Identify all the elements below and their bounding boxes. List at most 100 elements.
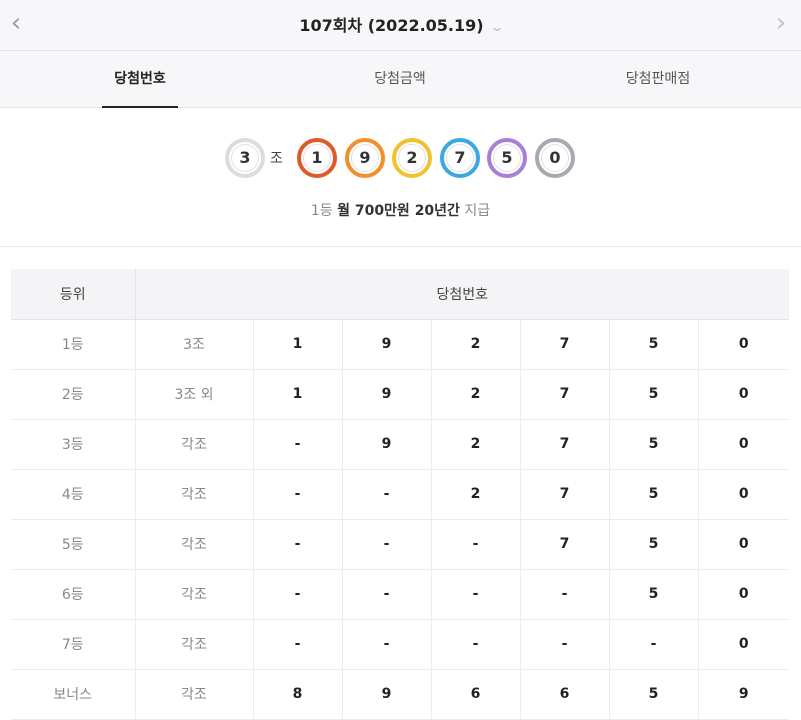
- digit-cell: 2: [431, 319, 521, 370]
- digit-cell: 0: [698, 619, 790, 670]
- digit-cell: 5: [609, 569, 699, 620]
- digit-cell: -: [253, 519, 343, 570]
- table-body: 1등 3조 1 9 2 7 5 0 2등 3조 외 1 9 2 7 5 0 3등 각조 -9 2 7 5 0 4등 각조 - -2 7…: [11, 319, 790, 720]
- tab-winning-stores[interactable]: 당첨판매점: [608, 51, 708, 108]
- digit-cell: 5: [609, 369, 699, 420]
- result-tabs: 당첨번호 당첨금액 당첨판매점: [0, 51, 801, 108]
- prize-suffix: 지급: [464, 203, 491, 219]
- digit-cell: 0: [698, 519, 790, 570]
- table-row: 5등 각조 - - -7 5 0: [11, 519, 790, 570]
- digit-cell: 2: [431, 469, 521, 520]
- table-row: 4등 각조 - -2 7 5 0: [11, 469, 790, 520]
- number-ball: 9: [345, 138, 385, 178]
- group-cell: 3조 외: [135, 369, 254, 420]
- group-number-ball: 3: [225, 138, 265, 178]
- prize-amount: 월 700만원 20년간: [337, 203, 460, 219]
- table-row: 7등 각조 - - - - -0: [11, 619, 790, 670]
- table-row: 6등 각조 - - - -5 0: [11, 569, 790, 620]
- rank-cell: 5등: [11, 519, 136, 570]
- digit-cell: 9: [342, 419, 432, 470]
- digit-cell: 9: [342, 369, 432, 420]
- group-suffix-label: 조: [270, 151, 283, 167]
- table-header-row: 등위 당첨번호: [11, 269, 790, 320]
- digit-cell: -: [342, 519, 432, 570]
- winning-numbers-table: 등위 당첨번호 1등 3조 1 9 2 7 5 0 2등 3조 외 1 9 2 7 5 0 3등 각조 -9 2 7 5 0…: [11, 269, 790, 720]
- digit-cell: 8: [253, 669, 343, 720]
- digit-cell: 2: [431, 369, 521, 420]
- chevron-down-icon: ⌄: [488, 20, 505, 34]
- digit-cell: 9: [342, 669, 432, 720]
- digit-cell: -: [342, 619, 432, 670]
- digit-cell: 0: [698, 469, 790, 520]
- digit-cell: 1: [253, 369, 343, 420]
- rank-cell: 3등: [11, 419, 136, 470]
- table-row: 보너스 각조 8 9 6 6 5 9: [11, 669, 790, 720]
- digit-cell: -: [253, 419, 343, 470]
- round-title: 107회차 (2022.05.19): [299, 16, 484, 35]
- digit-cell: 7: [520, 519, 610, 570]
- digit-cell: -: [609, 619, 699, 670]
- rank-cell: 6등: [11, 569, 136, 620]
- group-cell: 각조: [135, 519, 254, 570]
- digit-cell: -: [342, 469, 432, 520]
- digit-cell: 9: [698, 669, 790, 720]
- numbers-column-header: 당첨번호: [135, 269, 790, 320]
- tab-prize-amount[interactable]: 당첨금액: [350, 51, 450, 108]
- digit-cell: 0: [698, 319, 790, 370]
- first-prize-description: 1등 월 700만원 20년간 지급: [0, 200, 801, 220]
- digit-cell: 7: [520, 419, 610, 470]
- tab-winning-numbers[interactable]: 당첨번호: [102, 51, 178, 108]
- digit-cell: 2: [431, 419, 521, 470]
- digit-cell: 6: [520, 669, 610, 720]
- prize-rank: 1등: [310, 203, 333, 219]
- digit-cell: -: [253, 469, 343, 520]
- group-cell: 각조: [135, 469, 254, 520]
- digit-cell: 5: [609, 669, 699, 720]
- digit-cell: 5: [609, 519, 699, 570]
- table-row: 2등 3조 외192750: [11, 369, 790, 420]
- table-row: 3등 각조 -9 2 7 5 0: [11, 419, 790, 470]
- table-row: 1등 3조 1 9 2 7 5 0: [11, 319, 790, 370]
- digit-cell: 1: [253, 319, 343, 370]
- number-ball: 1: [297, 138, 337, 178]
- rank-cell: 2등: [11, 369, 136, 420]
- rank-cell: 4등: [11, 469, 136, 520]
- next-round-chevron-right-icon[interactable]: ›: [769, 10, 793, 36]
- rank-cell: 1등: [11, 319, 136, 370]
- group-cell: 각조: [135, 419, 254, 470]
- group-cell: 3조: [135, 319, 254, 370]
- digit-cell: 5: [609, 419, 699, 470]
- digit-cell: 7: [520, 319, 610, 370]
- number-ball: 2: [392, 138, 432, 178]
- rank-cell: 보너스: [11, 669, 136, 720]
- digit-cell: 5: [609, 469, 699, 520]
- digit-cell: -: [520, 619, 610, 670]
- group-cell: 각조: [135, 569, 254, 620]
- digit-cell: -: [253, 619, 343, 670]
- digit-cell: -: [520, 569, 610, 620]
- divider: [0, 246, 801, 247]
- group-cell: 각조: [135, 619, 254, 670]
- number-ball: 0: [535, 138, 575, 178]
- digit-cell: -: [431, 519, 521, 570]
- digit-cell: 0: [698, 369, 790, 420]
- number-ball: 7: [440, 138, 480, 178]
- digit-cell: 9: [342, 319, 432, 370]
- digit-cell: 7: [520, 369, 610, 420]
- digit-cell: 6: [431, 669, 521, 720]
- digit-cell: -: [431, 619, 521, 670]
- winning-number-balls: 3 조 1 9 2 7 5 0: [0, 138, 801, 178]
- digit-cell: 0: [698, 569, 790, 620]
- round-header: ‹ 107회차 (2022.05.19) ⌄ ›: [0, 0, 801, 51]
- rank-cell: 7등: [11, 619, 136, 670]
- rank-column-header: 등위: [11, 269, 136, 320]
- digit-cell: 0: [698, 419, 790, 470]
- digit-cell: 5: [609, 319, 699, 370]
- group-cell: 각조: [135, 669, 254, 720]
- round-selector[interactable]: 107회차 (2022.05.19) ⌄: [0, 12, 801, 36]
- digit-cell: -: [431, 569, 521, 620]
- digit-cell: 7: [520, 469, 610, 520]
- number-ball: 5: [487, 138, 527, 178]
- digit-cell: -: [342, 569, 432, 620]
- digit-cell: -: [253, 569, 343, 620]
